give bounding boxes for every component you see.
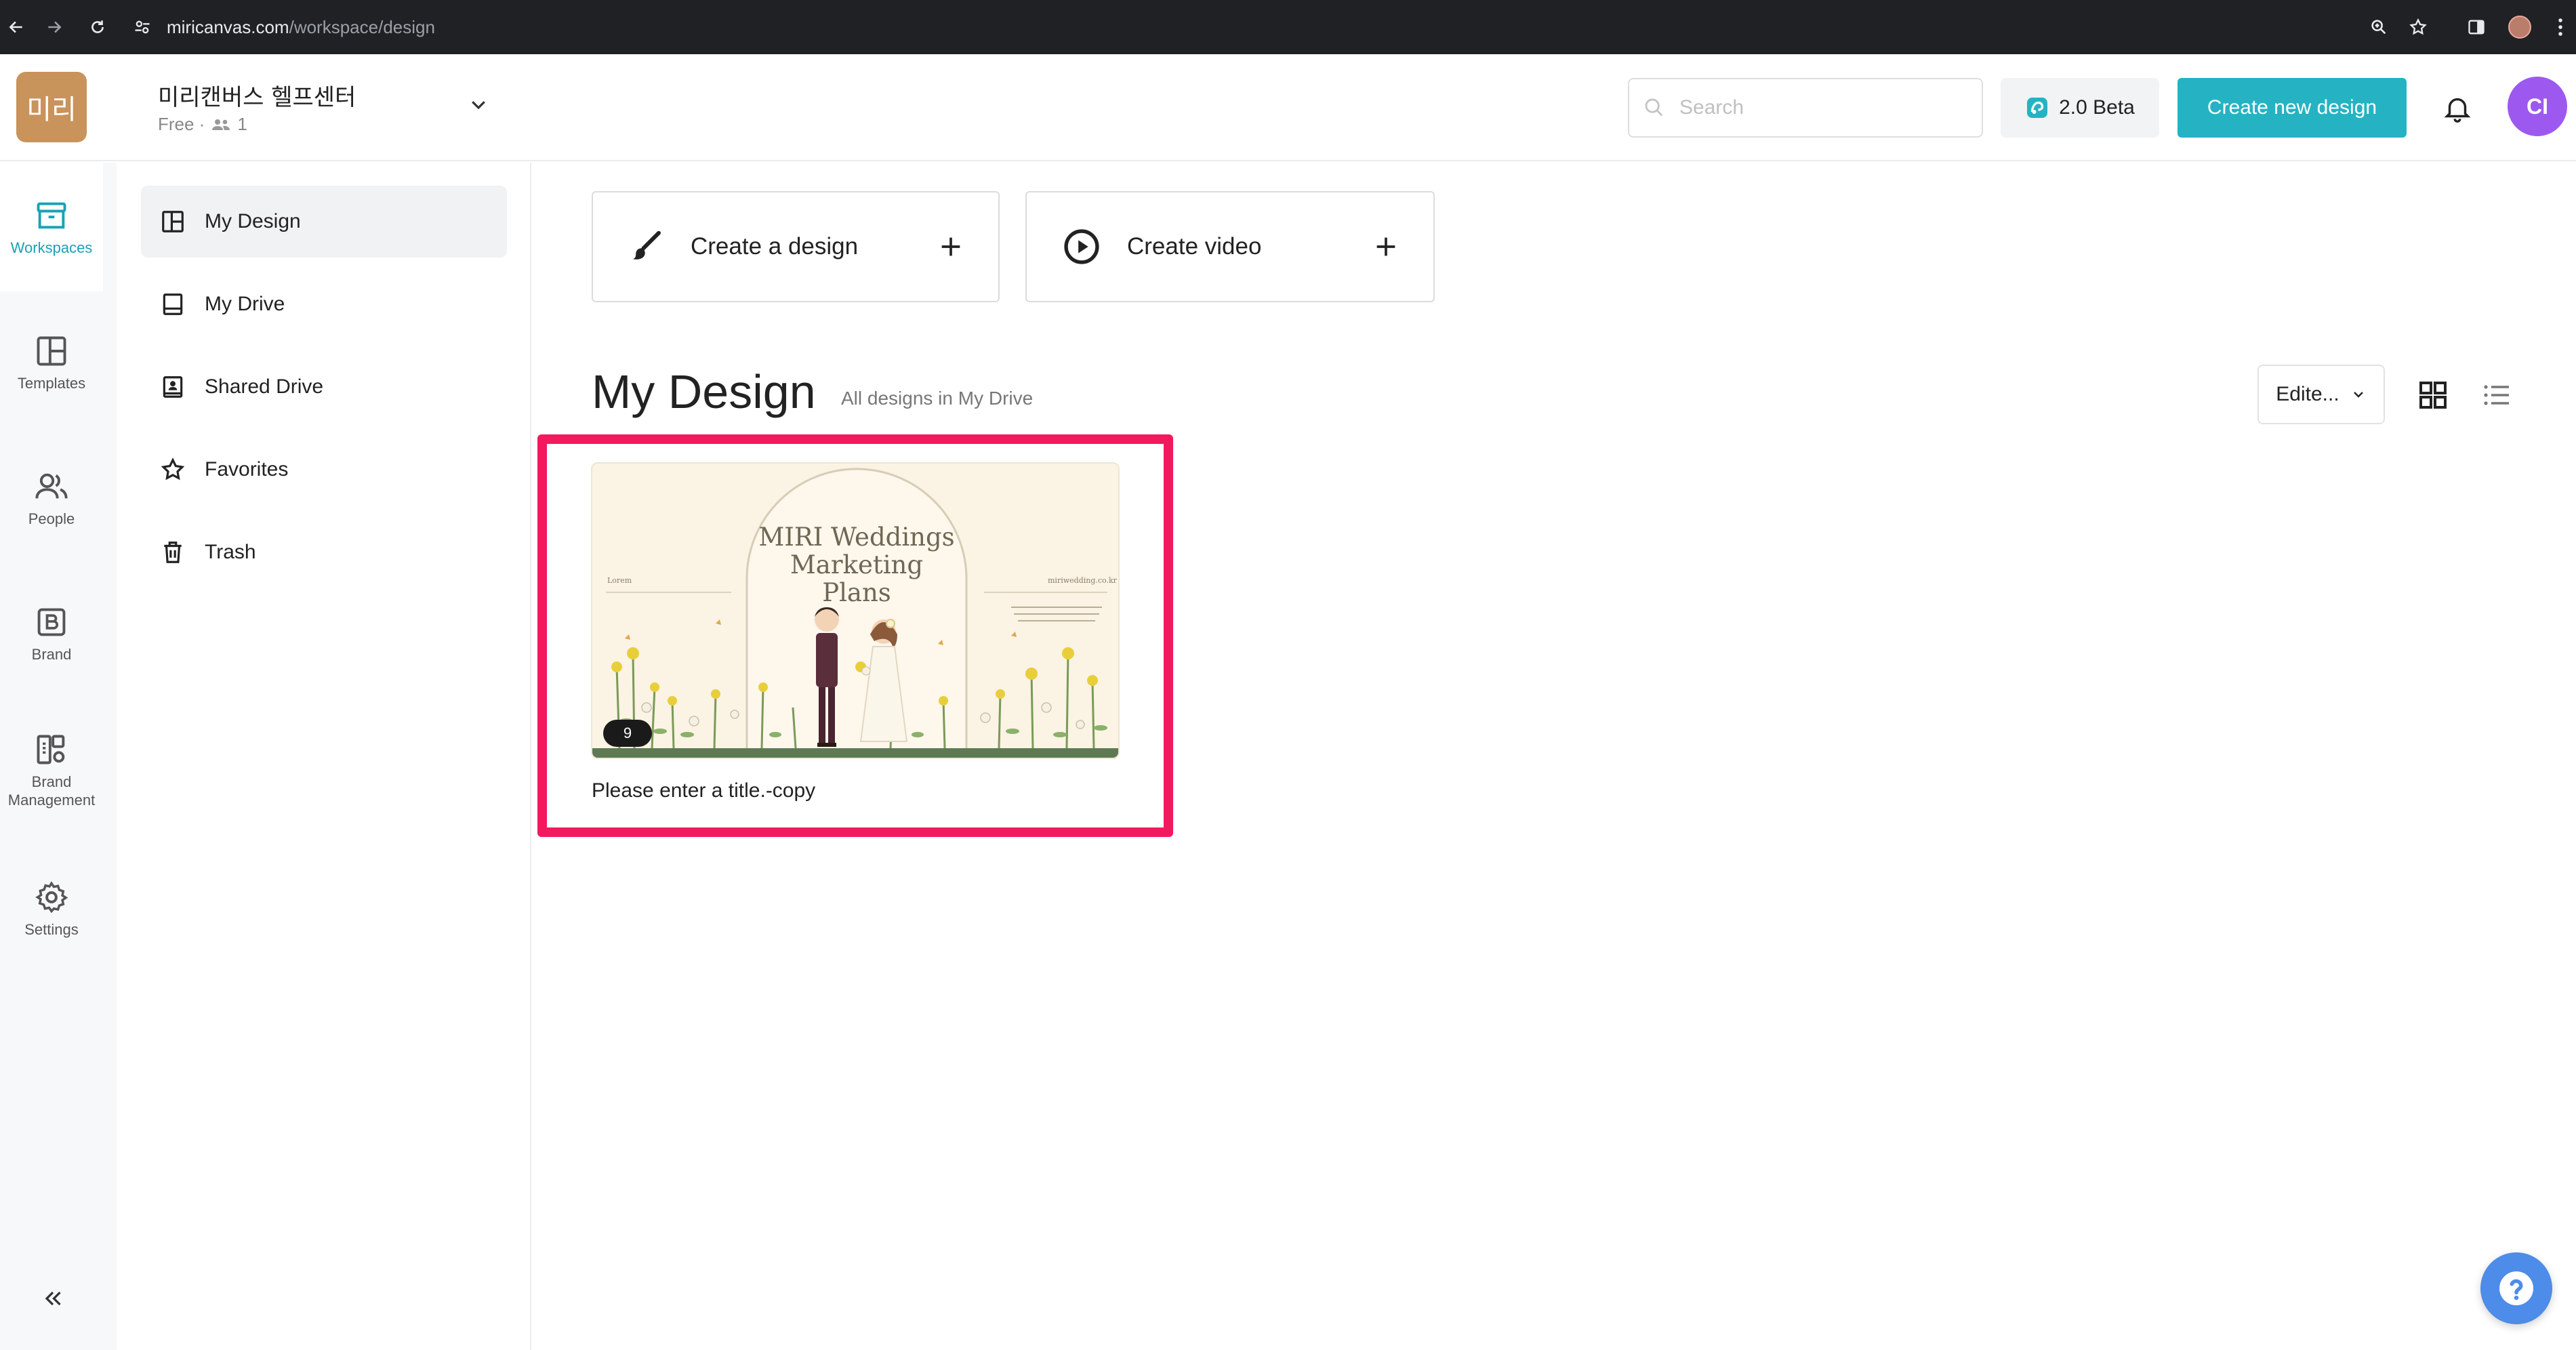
- beta-button[interactable]: 2.0 Beta: [2001, 78, 2159, 138]
- page-count-badge: 9: [603, 720, 652, 747]
- brand-management-icon: [34, 732, 69, 767]
- url-host: miricanvas.com: [167, 16, 289, 37]
- star-icon: [160, 457, 186, 483]
- user-avatar[interactable]: CI: [2508, 77, 2567, 136]
- create-video-label: Create video: [1127, 233, 1262, 260]
- workspace-name[interactable]: 미리캔버스 헬프센터: [158, 79, 356, 112]
- profile-icon[interactable]: [2503, 11, 2536, 43]
- sort-dropdown[interactable]: Edite...: [2257, 365, 2385, 424]
- create-design-card[interactable]: Create a design: [592, 191, 1000, 302]
- grid-view-icon[interactable]: [2414, 376, 2452, 414]
- drive-icon: [160, 291, 186, 317]
- workspace-nav: My Design My Drive Shared Drive Favorite…: [117, 163, 531, 1350]
- help-button[interactable]: [2480, 1252, 2552, 1324]
- search-box[interactable]: [1628, 78, 1983, 138]
- thumbnail-title: MIRI Weddings Marketing Plans: [758, 523, 955, 607]
- rail-item-brand[interactable]: Brand: [0, 605, 103, 663]
- nav-item-favorites[interactable]: Favorites: [141, 434, 507, 506]
- url-path: /workspace/design: [289, 16, 435, 37]
- address-bar[interactable]: miricanvas.com/workspace/design: [133, 8, 435, 46]
- side-panel-icon[interactable]: [2460, 11, 2493, 43]
- plus-icon: [937, 233, 964, 260]
- workspace-meta: Free · 1: [158, 114, 247, 135]
- back-icon[interactable]: [0, 11, 33, 43]
- collapse-sidebar-double-chevron-left-icon[interactable]: [34, 1280, 72, 1317]
- nav-label: My Design: [205, 210, 301, 232]
- rail-item-settings[interactable]: Settings: [0, 880, 103, 939]
- rail-label: People: [28, 510, 75, 527]
- workspace-logo[interactable]: 미리: [16, 72, 87, 142]
- site-settings-icon[interactable]: [133, 18, 152, 37]
- rail-label: Brand: [31, 646, 72, 663]
- left-rail: Workspaces Templates People Brand Brand …: [0, 163, 117, 1350]
- rail-item-people[interactable]: People: [0, 469, 103, 528]
- notification-bell-icon[interactable]: [2437, 88, 2478, 129]
- thumbnail-right-text: miriwedding.co.kr: [1048, 576, 1117, 585]
- templates-icon: [34, 333, 69, 369]
- nav-label: Trash: [205, 541, 256, 563]
- plus-icon: [1372, 233, 1399, 260]
- wedding-illustration: [592, 468, 1118, 758]
- play-circle-icon: [1062, 227, 1101, 266]
- bookmark-star-icon[interactable]: [2402, 11, 2434, 43]
- nav-item-my-design[interactable]: My Design: [141, 186, 507, 258]
- reload-icon[interactable]: [81, 11, 114, 43]
- search-input[interactable]: [1679, 96, 1950, 119]
- rail-label: Workspaces: [10, 239, 93, 256]
- sort-label: Edite...: [2276, 383, 2339, 405]
- design-thumbnail[interactable]: MIRI Weddings Marketing Plans Lorem miri…: [591, 462, 1120, 759]
- browser-toolbar: miricanvas.com/workspace/design: [0, 0, 2576, 54]
- nav-item-my-drive[interactable]: My Drive: [141, 268, 507, 340]
- create-design-label: Create a design: [691, 233, 859, 260]
- search-icon: [1643, 96, 1666, 119]
- workspace-switcher-chevron-down-icon[interactable]: [464, 89, 493, 119]
- rail-item-workspaces[interactable]: Workspaces: [0, 163, 103, 291]
- rail-item-brand-management[interactable]: Brand Management: [0, 732, 103, 809]
- beta-label: 2.0 Beta: [2059, 96, 2135, 119]
- list-view-icon[interactable]: [2478, 376, 2516, 414]
- grid-layout-icon: [160, 209, 186, 234]
- rail-item-templates[interactable]: Templates: [0, 333, 103, 392]
- workspace-icon: [34, 198, 69, 233]
- page-subtitle: All designs in My Drive: [841, 388, 1034, 409]
- chevron-down-icon: [2350, 386, 2367, 403]
- brush-icon: [628, 228, 665, 265]
- forward-icon[interactable]: [38, 11, 70, 43]
- member-count: 1: [237, 114, 247, 134]
- browser-menu-icon[interactable]: [2548, 11, 2573, 43]
- page-title: My Design: [592, 365, 816, 418]
- zoom-icon[interactable]: [2363, 11, 2395, 43]
- nav-label: Favorites: [205, 458, 289, 480]
- nav-label: Shared Drive: [205, 375, 324, 398]
- trash-icon: [160, 539, 186, 565]
- settings-icon: [34, 880, 69, 915]
- plan-label: Free ·: [158, 114, 205, 134]
- create-new-design-button[interactable]: Create new design: [2178, 78, 2407, 138]
- rail-label: Templates: [17, 375, 86, 392]
- create-video-card[interactable]: Create video: [1025, 191, 1435, 302]
- nav-item-shared-drive[interactable]: Shared Drive: [141, 351, 507, 423]
- help-question-icon: [2499, 1271, 2533, 1305]
- design-title[interactable]: Please enter a title.-copy: [592, 779, 815, 802]
- app-header: 미리 미리캔버스 헬프센터 Free · 1 2.0 Beta Create n…: [0, 54, 2576, 161]
- brand-icon: [34, 605, 69, 640]
- members-icon: [211, 118, 230, 131]
- rail-label: Settings: [24, 921, 79, 938]
- rail-label: Brand Management: [7, 773, 96, 809]
- nav-item-trash[interactable]: Trash: [141, 516, 507, 588]
- beta-logo-icon: [2025, 96, 2049, 120]
- people-icon: [34, 469, 69, 504]
- thumbnail-left-text: Lorem: [607, 576, 632, 585]
- nav-label: My Drive: [205, 293, 285, 315]
- shared-drive-icon: [160, 374, 186, 400]
